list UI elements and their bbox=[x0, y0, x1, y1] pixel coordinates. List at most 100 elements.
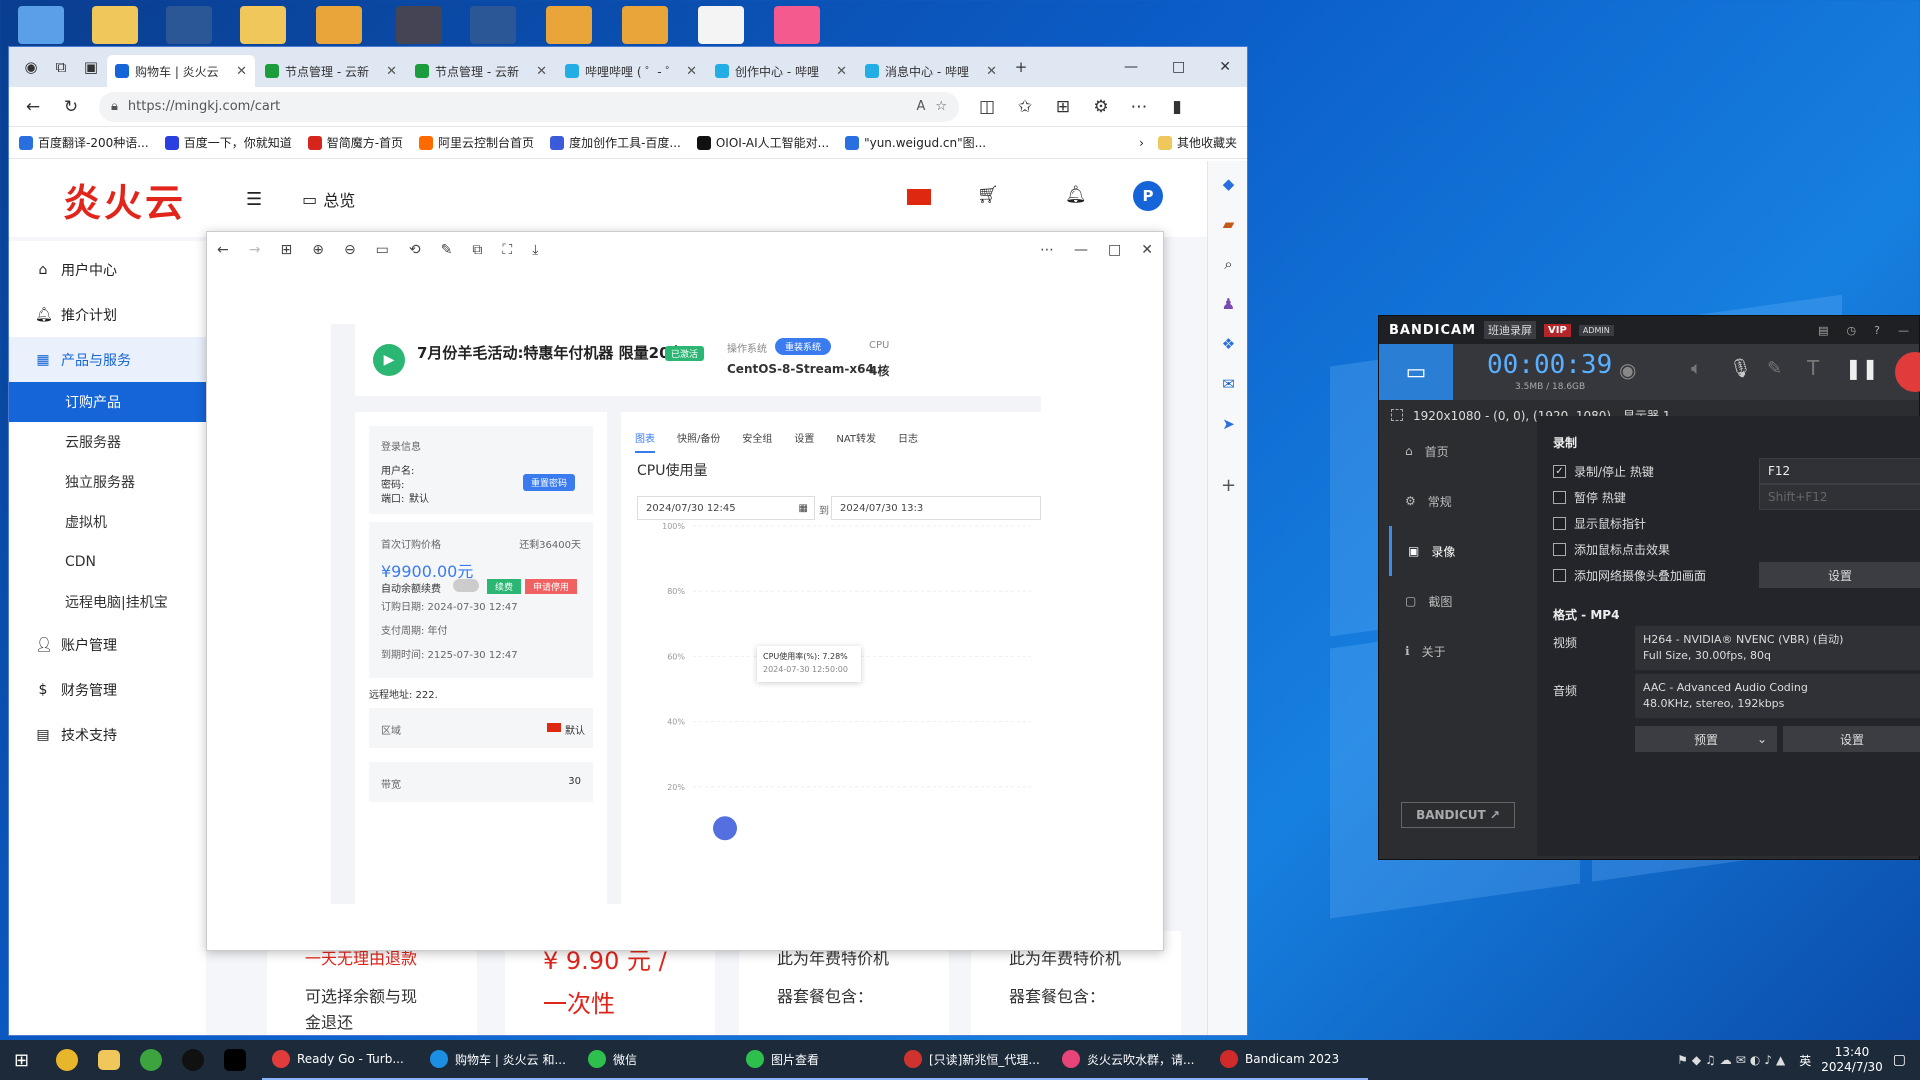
cart-icon[interactable]: 🛒︎ bbox=[977, 185, 999, 205]
pause-icon[interactable]: ❚❚ bbox=[1845, 356, 1879, 380]
option-checkbox[interactable]: 添加鼠标点击效果 bbox=[1553, 536, 1706, 562]
pause-hotkey-field[interactable]: Shift+F12 bbox=[1759, 484, 1920, 510]
toolbox-icon[interactable]: ▰ bbox=[1208, 215, 1247, 255]
document-icon[interactable] bbox=[698, 6, 744, 44]
search-icon[interactable]: ⌕ bbox=[1208, 255, 1247, 295]
tab-4[interactable]: 创作中心 - 哔哩 ✕ bbox=[707, 55, 855, 87]
sidebar-subitem[interactable]: 远程电脑|挂机宝 bbox=[9, 582, 206, 622]
detail-tab[interactable]: 日志 bbox=[898, 430, 918, 453]
ie-icon[interactable] bbox=[140, 1049, 162, 1071]
option-checkbox[interactable]: 暂停 热键 bbox=[1553, 484, 1706, 510]
draw-icon[interactable]: ✎ bbox=[1767, 358, 1782, 379]
detail-tab[interactable]: NAT转发 bbox=[836, 430, 876, 453]
back-icon[interactable]: ← bbox=[23, 97, 43, 117]
refund-button[interactable]: 申请停用 bbox=[525, 579, 578, 594]
overview-link[interactable]: ▭ 总览 bbox=[302, 187, 355, 211]
preset-dropdown[interactable]: 预置 ⌄ bbox=[1635, 726, 1777, 752]
date-to-input[interactable]: 2024/07/30 13:3 bbox=[831, 496, 1041, 520]
bookmark-item[interactable]: 智简魔方-首页 bbox=[307, 134, 403, 151]
collections-icon[interactable]: ⊞ bbox=[1053, 97, 1073, 117]
sidebar-item[interactable]: ⌂ 用户中心 bbox=[9, 247, 206, 292]
tab-1[interactable]: 节点管理 - 云新 ✕ bbox=[257, 55, 405, 87]
tab-0[interactable]: 购物车 | 炎火云 ✕ bbox=[107, 55, 255, 87]
bookmark-item[interactable]: 度加创作工具-百度... bbox=[550, 134, 681, 151]
bandicam-nav-item[interactable]: ⚙ 常规 bbox=[1389, 476, 1529, 526]
notification-icon[interactable]: ▢ bbox=[1893, 1052, 1906, 1068]
clock-icon[interactable]: ◷ bbox=[1847, 324, 1857, 337]
read-aloud-icon[interactable]: A bbox=[916, 99, 925, 114]
zoom-out-icon[interactable]: ⊖ bbox=[344, 242, 356, 258]
detail-tab[interactable]: 图表 bbox=[635, 430, 655, 453]
sidebar-item[interactable]: ▦ 产品与服务 bbox=[9, 337, 206, 382]
auto-renew-toggle[interactable] bbox=[453, 579, 479, 592]
option-checkbox[interactable]: 添加网络摄像头叠加画面 bbox=[1553, 562, 1706, 588]
minimize-icon[interactable]: — bbox=[1074, 242, 1088, 258]
option-checkbox[interactable]: ✓ 录制/停止 热键 bbox=[1553, 458, 1706, 484]
zip-icon[interactable] bbox=[546, 6, 592, 44]
extensions-icon[interactable]: ⚙ bbox=[1091, 97, 1111, 117]
copy-icon[interactable]: ⧉ bbox=[472, 242, 482, 258]
bookmark-item[interactable]: OIOI-AI人工智能对... bbox=[696, 134, 829, 151]
detail-tab[interactable]: 设置 bbox=[794, 430, 814, 453]
speaker-icon[interactable]: 🔈︎ bbox=[1691, 358, 1702, 379]
close-icon[interactable]: ✕ bbox=[1141, 242, 1153, 258]
video-format[interactable]: H264 - NVIDIA® NVENC (VBR) (自动) Full Siz… bbox=[1635, 626, 1920, 670]
download-icon[interactable]: ⤓ bbox=[532, 242, 538, 258]
audio-format[interactable]: AAC - Advanced Audio Coding 48.0KHz, ste… bbox=[1635, 674, 1920, 718]
new-tab-icon[interactable]: + bbox=[1007, 53, 1035, 81]
sidebar-subitem[interactable]: 虚拟机 bbox=[9, 502, 206, 542]
word-icon[interactable] bbox=[470, 6, 516, 44]
refresh-icon[interactable]: ↻ bbox=[61, 97, 81, 117]
menu-toggle-icon[interactable]: ☰ bbox=[246, 189, 262, 210]
fit-icon[interactable]: ▭ bbox=[376, 242, 389, 258]
chrome-icon[interactable] bbox=[56, 1049, 78, 1071]
webcam-icon[interactable]: ◉ bbox=[1619, 358, 1636, 382]
zoom-in-icon[interactable]: ⊕ bbox=[312, 242, 324, 258]
tab-3[interactable]: 哔哩哔哩 ( ゜- ゜ ✕ bbox=[557, 55, 705, 87]
send-icon[interactable]: ➤ bbox=[1208, 415, 1247, 455]
site-logo[interactable]: 炎火云 bbox=[63, 172, 186, 227]
taskbar-app[interactable]: [只读]新兆恒_代理... bbox=[894, 1040, 1052, 1080]
other-favorites[interactable]: 其他收藏夹 bbox=[1157, 134, 1237, 151]
taskbar-app[interactable]: 微信 bbox=[578, 1040, 736, 1080]
favorite-star-icon[interactable]: ☆ bbox=[935, 99, 947, 114]
tab-close-icon[interactable]: ✕ bbox=[536, 64, 547, 79]
bookmark-item[interactable]: 百度翻译-200种语... bbox=[19, 134, 149, 151]
text-icon[interactable]: T bbox=[1807, 356, 1819, 380]
more-icon[interactable]: ⋯ bbox=[1129, 97, 1149, 117]
bell-icon[interactable]: 🔔︎ bbox=[1065, 185, 1087, 205]
sidebar-item[interactable]: 🔔︎ 推介计划 bbox=[9, 292, 206, 337]
tab-actions-icon[interactable]: ▣ bbox=[77, 53, 105, 81]
sidebar-toggle-icon[interactable]: ▮ bbox=[1167, 97, 1187, 117]
sidebar-subitem[interactable]: 订购产品 bbox=[9, 382, 206, 422]
sidebar-subitem[interactable]: 独立服务器 bbox=[9, 462, 206, 502]
tab-close-icon[interactable]: ✕ bbox=[686, 64, 697, 79]
minimize-icon[interactable]: — bbox=[1898, 324, 1909, 337]
chevron-right-icon[interactable]: › bbox=[1139, 136, 1144, 150]
taskbar-app[interactable]: 炎火云吹水群，请... bbox=[1052, 1040, 1210, 1080]
bandicam-nav-item[interactable]: ℹ 关于 bbox=[1389, 626, 1529, 676]
qq-icon[interactable] bbox=[182, 1049, 204, 1071]
taskbar-app[interactable]: 图片查看 bbox=[736, 1040, 894, 1080]
computer-icon[interactable] bbox=[18, 6, 64, 44]
favorites-icon[interactable]: ✩ bbox=[1015, 97, 1035, 117]
start-icon[interactable]: ⊞ bbox=[14, 1050, 36, 1071]
word-icon[interactable] bbox=[166, 6, 212, 44]
taskbar-app[interactable]: Ready Go - Turb... bbox=[262, 1040, 420, 1080]
tag-icon[interactable]: ◆ bbox=[1208, 175, 1247, 215]
split-screen-icon[interactable]: ◫ bbox=[977, 97, 997, 117]
tab-close-icon[interactable]: ✕ bbox=[236, 64, 247, 79]
sidebar-item[interactable]: $ 财务管理 bbox=[9, 667, 206, 712]
folder-icon[interactable]: ▤ bbox=[1818, 324, 1828, 337]
sidebar-item[interactable]: 👤︎ 账户管理 bbox=[9, 622, 206, 667]
zip-icon[interactable] bbox=[316, 6, 362, 44]
avatar[interactable]: P bbox=[1133, 181, 1163, 211]
sidebar-subitem[interactable]: 云服务器 bbox=[9, 422, 206, 462]
bookmark-item[interactable]: "yun.weigud.cn"图... bbox=[845, 134, 986, 151]
profile-icon[interactable]: ◉ bbox=[17, 53, 45, 81]
taskbar-app[interactable]: Bandicam 2023 bbox=[1210, 1040, 1368, 1080]
record-button[interactable] bbox=[1895, 352, 1920, 392]
reinstall-button[interactable]: 重装系统 bbox=[775, 338, 832, 355]
reset-password-button[interactable]: 重置密码 bbox=[523, 474, 576, 491]
tray-icons[interactable]: ⚑◆♫☁✉◐♪▲ bbox=[1677, 1053, 1789, 1067]
